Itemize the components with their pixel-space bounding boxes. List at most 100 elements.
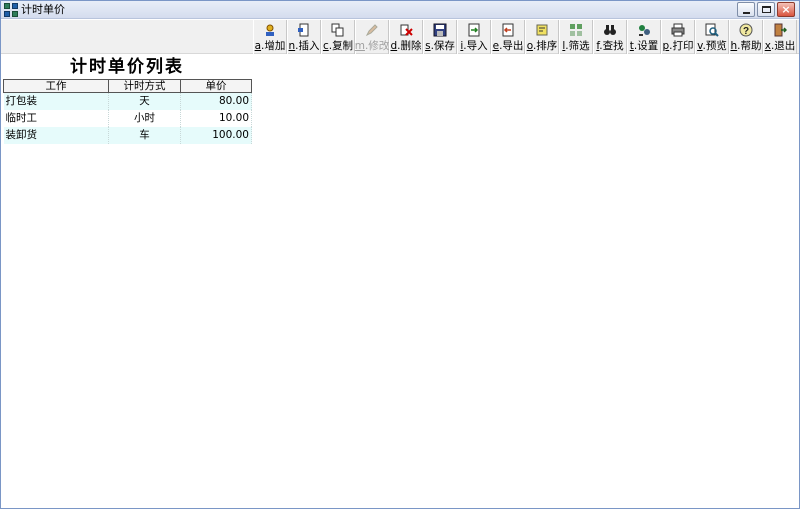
sort-button[interactable]: o.排序: [525, 20, 559, 54]
main-window: 计时单价 × a.增加 n.插入 c.复制 m.修改 d.删除 s.保存 i.导入 e.导出 o…: [0, 0, 800, 509]
toolbar-button-label: h.帮助: [730, 40, 762, 52]
help-icon: ?: [739, 23, 753, 37]
settings-button[interactable]: t.设置: [627, 20, 661, 54]
toolbar-button-label: t.设置: [629, 40, 659, 52]
window-controls: ×: [737, 2, 795, 17]
save-button[interactable]: s.保存: [423, 20, 457, 54]
toolbar-button-text: 查找: [602, 40, 624, 52]
edit-icon: [365, 23, 379, 37]
printer-button[interactable]: p.打印: [661, 20, 695, 54]
sort-icon: [535, 23, 549, 37]
add-user-icon: [263, 23, 277, 37]
toolbar-button-label: n.插入: [288, 40, 320, 52]
toolbar-button-text: 退出: [774, 40, 796, 52]
toolbar-button-text: 预览: [705, 40, 727, 52]
toolbar-button-text: 修改: [368, 40, 390, 52]
exit-button[interactable]: x.退出: [763, 20, 797, 54]
minimize-icon: [743, 12, 750, 14]
help-button[interactable]: ? h.帮助: [729, 20, 763, 54]
maximize-button[interactable]: [757, 2, 775, 17]
exit-icon: [773, 23, 787, 37]
minimize-button[interactable]: [737, 2, 755, 17]
hotkey-letter: t: [629, 40, 634, 52]
hotkey-letter: x: [764, 40, 771, 52]
export-button[interactable]: e.导出: [491, 20, 525, 54]
cell-work[interactable]: 装卸货: [3, 126, 109, 144]
toolbar-button-label: a.增加: [254, 40, 286, 52]
cell-price[interactable]: 80.00: [180, 92, 252, 110]
toolbar-button-text: 帮助: [740, 40, 762, 52]
cell-mode[interactable]: 小时: [108, 109, 181, 127]
hotkey-letter: s: [425, 40, 431, 52]
cell-price[interactable]: 100.00: [180, 126, 252, 144]
edit-button[interactable]: m.修改: [355, 20, 389, 54]
toolbar-buttons: a.增加 n.插入 c.复制 m.修改 d.删除 s.保存 i.导入 e.导出 o.排序 l.筛选…: [253, 20, 797, 54]
toolbar-button-text: 增加: [264, 40, 286, 52]
cell-mode[interactable]: 车: [108, 126, 181, 144]
preview-icon: [705, 23, 719, 37]
column-header-mode[interactable]: 计时方式: [108, 79, 181, 93]
copy-icon: [331, 23, 345, 37]
column-header-work[interactable]: 工作: [3, 79, 109, 93]
column-header-price[interactable]: 单价: [180, 79, 252, 93]
cell-mode[interactable]: 天: [108, 92, 181, 110]
hotkey-letter: d: [390, 40, 398, 52]
settings-icon: [637, 23, 651, 37]
toolbar-button-label: m.修改: [354, 40, 390, 52]
hotkey-letter: h: [730, 40, 738, 52]
insert-icon: [297, 23, 311, 37]
toolbar-button-text: 保存: [433, 40, 455, 52]
content-area: 计时单价列表 工作 计时方式 单价 打包装 天 80.00 临时工 小时 10.…: [1, 55, 799, 508]
toolbar-button-label: p.打印: [662, 40, 694, 52]
toolbar: a.增加 n.插入 c.复制 m.修改 d.删除 s.保存 i.导入 e.导出 o.排序 l.筛选…: [1, 20, 799, 54]
svg-text:?: ?: [743, 26, 749, 37]
toolbar-button-text: 设置: [637, 40, 659, 52]
app-icon: [4, 3, 18, 17]
title-bar[interactable]: 计时单价 ×: [1, 1, 799, 19]
import-button[interactable]: i.导入: [457, 20, 491, 54]
hotkey-letter: v: [697, 40, 703, 52]
hotkey-letter: e: [492, 40, 500, 52]
insert-button[interactable]: n.插入: [287, 20, 321, 54]
hotkey-letter: p: [662, 40, 670, 52]
binoculars-button[interactable]: f.查找: [593, 20, 627, 54]
table-row[interactable]: 临时工 小时 10.00: [3, 109, 252, 127]
hotkey-letter: o: [526, 40, 533, 52]
filter-button[interactable]: l.筛选: [559, 20, 593, 54]
toolbar-button-text: 排序: [536, 40, 558, 52]
printer-icon: [671, 23, 685, 37]
toolbar-button-text: 复制: [332, 40, 354, 52]
cell-work[interactable]: 打包装: [3, 92, 109, 110]
toolbar-button-label: o.排序: [526, 40, 558, 52]
hotkey-letter: a: [254, 40, 262, 52]
cell-price[interactable]: 10.00: [180, 109, 252, 127]
table-row[interactable]: 打包装 天 80.00: [3, 92, 252, 110]
table-row[interactable]: 装卸货 车 100.00: [3, 126, 252, 144]
delete-icon: [399, 23, 413, 37]
close-button[interactable]: ×: [777, 2, 795, 17]
filter-icon: [569, 23, 583, 37]
cell-work[interactable]: 临时工: [3, 109, 109, 127]
toolbar-button-label: f.查找: [596, 40, 624, 52]
preview-button[interactable]: v.预览: [695, 20, 729, 54]
save-icon: [433, 23, 447, 37]
toolbar-button-label: i.导入: [460, 40, 488, 52]
toolbar-button-label: d.删除: [390, 40, 422, 52]
hotkey-letter: f: [596, 40, 600, 52]
hotkey-letter: i: [460, 40, 464, 52]
toolbar-button-label: x.退出: [764, 40, 796, 52]
copy-button[interactable]: c.复制: [321, 20, 355, 54]
binoculars-icon: [603, 23, 617, 37]
delete-button[interactable]: d.删除: [389, 20, 423, 54]
add-user-button[interactable]: a.增加: [253, 20, 287, 54]
report-title: 计时单价列表: [70, 57, 184, 77]
toolbar-button-text: 打印: [672, 40, 694, 52]
price-table: 工作 计时方式 单价 打包装 天 80.00 临时工 小时 10.00 装卸货 …: [3, 79, 252, 144]
toolbar-button-label: e.导出: [492, 40, 524, 52]
toolbar-button-label: v.预览: [697, 40, 727, 52]
toolbar-button-label: c.复制: [322, 40, 354, 52]
hotkey-letter: c: [322, 40, 329, 52]
hotkey-letter: l: [562, 40, 566, 52]
window-title: 计时单价: [21, 3, 65, 16]
table-header-row: 工作 计时方式 单价: [3, 79, 252, 93]
